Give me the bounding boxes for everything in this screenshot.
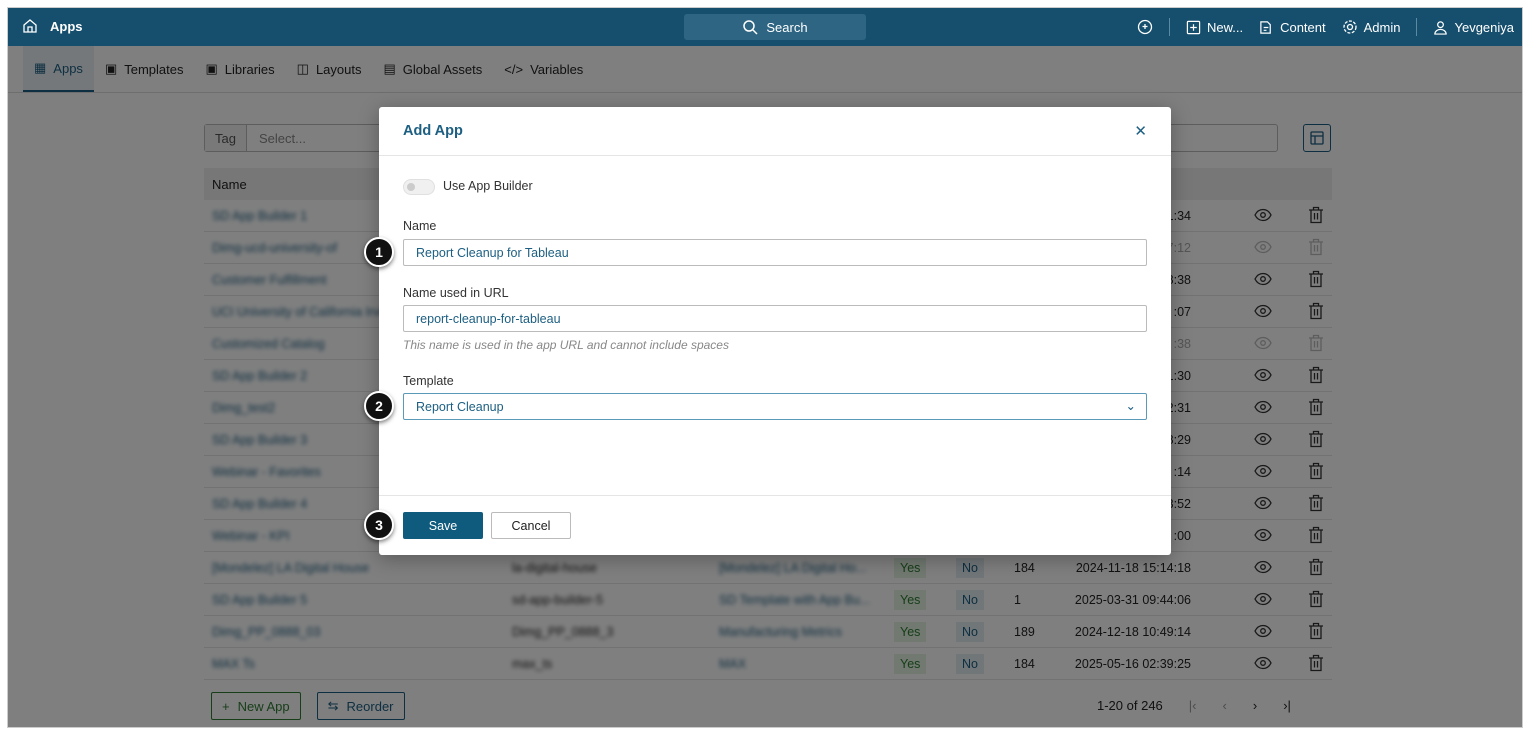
gear-icon bbox=[1342, 20, 1357, 34]
global-search[interactable]: Search bbox=[684, 14, 866, 40]
step-badge-3: 3 bbox=[364, 510, 394, 540]
name-input[interactable]: Report Cleanup for Tableau bbox=[403, 239, 1147, 266]
url-name-input[interactable]: report-cleanup-for-tableau bbox=[403, 305, 1147, 332]
chevron-down-icon: ⌄ bbox=[1125, 399, 1136, 413]
toggle-label: Use App Builder bbox=[443, 179, 533, 193]
url-hint: This name is used in the app URL and can… bbox=[403, 338, 729, 352]
save-button[interactable]: Save bbox=[403, 512, 483, 539]
content-label: Content bbox=[1280, 19, 1326, 35]
url-label: Name used in URL bbox=[403, 286, 509, 300]
template-value: Report Cleanup bbox=[416, 400, 504, 414]
content-menu[interactable]: Content bbox=[1259, 20, 1326, 35]
home-link[interactable]: Apps bbox=[22, 18, 83, 34]
template-select[interactable]: Report Cleanup ⌄ bbox=[403, 393, 1147, 420]
folder-icon bbox=[1260, 20, 1271, 34]
template-label: Template bbox=[403, 374, 454, 388]
home-icon bbox=[23, 19, 37, 33]
admin-menu[interactable]: Admin bbox=[1342, 19, 1401, 35]
divider bbox=[1168, 18, 1170, 36]
close-icon[interactable]: ✕ bbox=[1134, 122, 1147, 140]
dialog-footer-divider bbox=[379, 495, 1171, 496]
cancel-button[interactable]: Cancel bbox=[491, 512, 571, 539]
add-app-dialog: Add App ✕ Use App Builder Name Report Cle… bbox=[379, 107, 1171, 555]
divider bbox=[1416, 18, 1418, 36]
new-label: New... bbox=[1206, 19, 1244, 35]
ai-assistant-icon[interactable] bbox=[1137, 19, 1153, 35]
use-app-builder-toggle[interactable] bbox=[403, 179, 435, 195]
step-badge-2: 2 bbox=[364, 391, 394, 421]
user-menu[interactable]: Yevgeniya bbox=[1433, 20, 1514, 35]
name-label: Name bbox=[403, 219, 437, 233]
user-icon bbox=[1434, 20, 1448, 35]
app-title: Apps bbox=[50, 18, 83, 34]
admin-label: Admin bbox=[1363, 19, 1401, 35]
step-badge-1: 1 bbox=[364, 237, 394, 267]
plus-square-icon bbox=[1186, 20, 1201, 34]
dialog-title: Add App bbox=[403, 123, 463, 139]
user-label: Yevgeniya bbox=[1454, 19, 1514, 35]
search-label: Search bbox=[766, 19, 808, 35]
search-icon bbox=[743, 20, 758, 35]
app-window: Apps Search New... Content Admin Yevgeni… bbox=[7, 7, 1523, 728]
new-menu[interactable]: New... bbox=[1186, 20, 1243, 35]
top-bar: Apps Search New... Content Admin Yevgeni… bbox=[8, 8, 1522, 46]
